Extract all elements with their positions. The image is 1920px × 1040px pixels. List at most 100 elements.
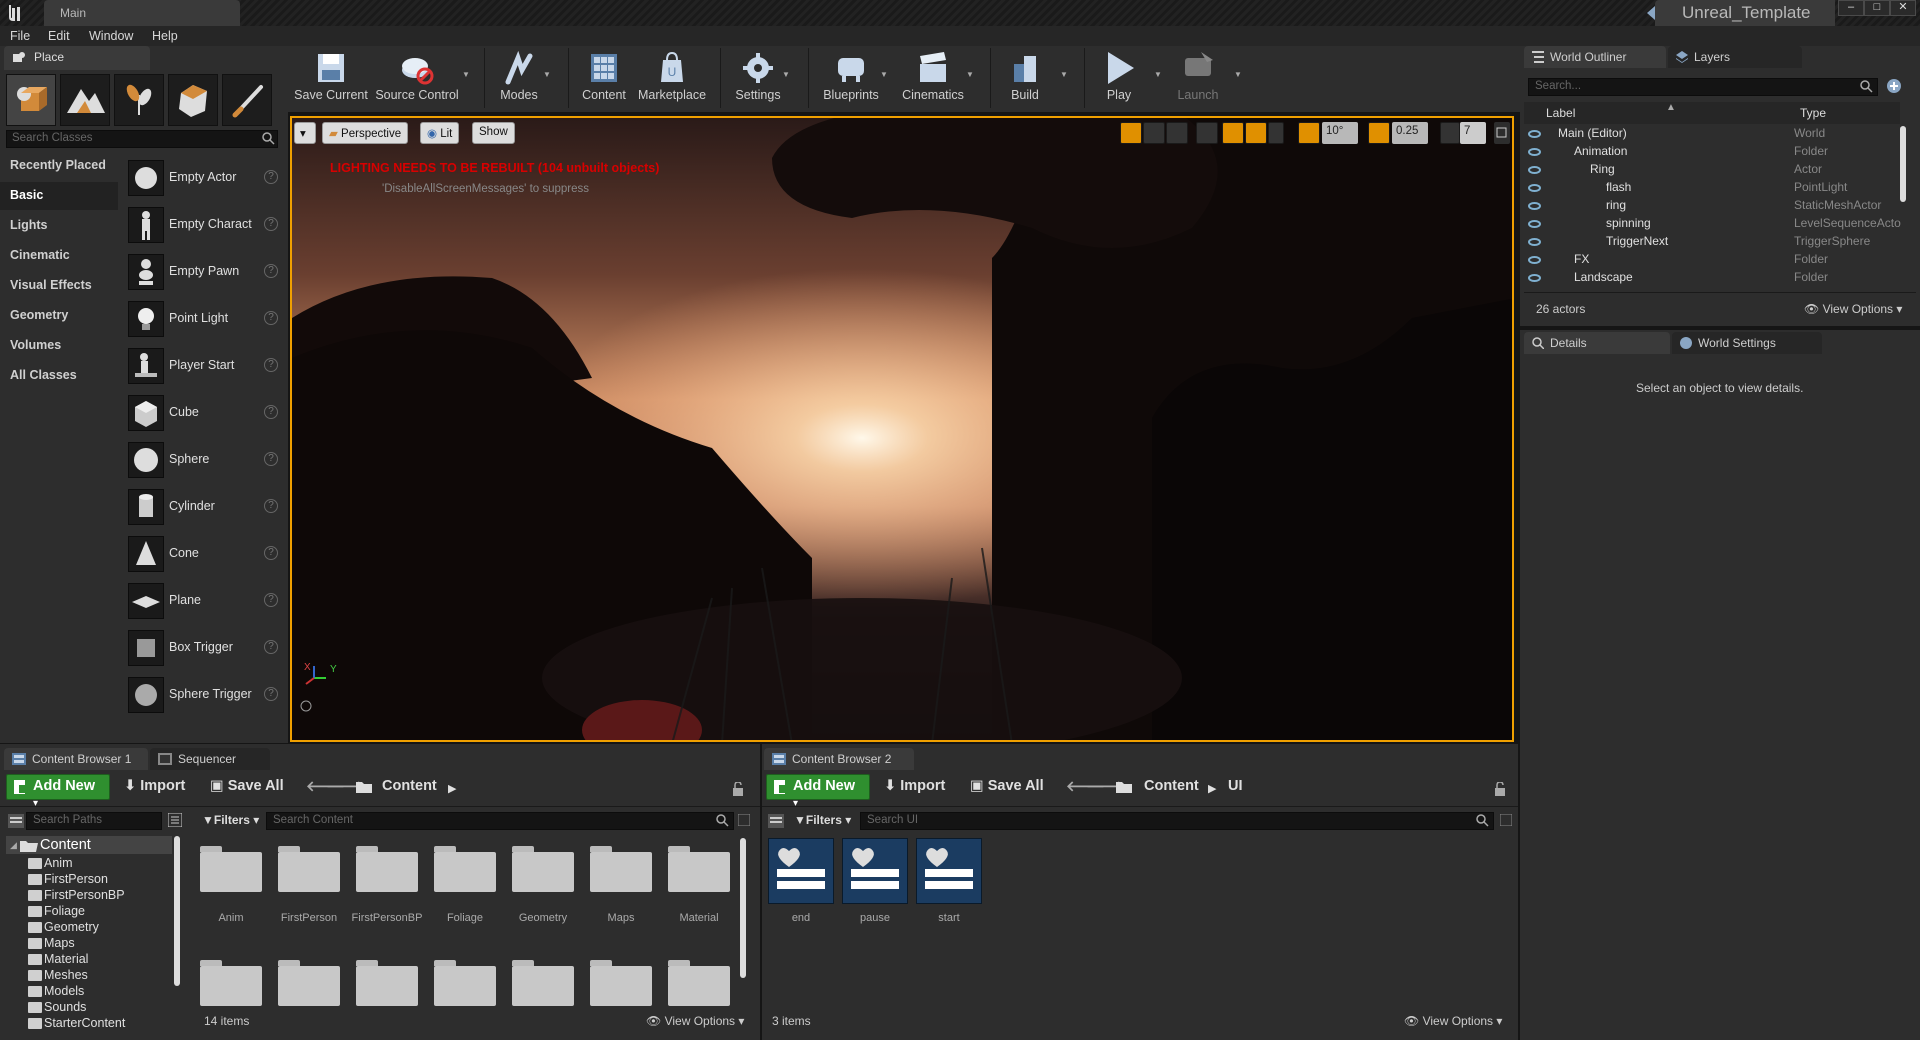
lit-dropdown[interactable]: ◉ Lit	[420, 122, 460, 144]
class-item[interactable]: Empty Actor?	[124, 156, 284, 200]
folder-tile[interactable]	[200, 960, 262, 1006]
help-icon[interactable]: ?	[264, 687, 278, 701]
scale-snap-value[interactable]: 0.25	[1392, 122, 1428, 144]
tab-content-browser-2[interactable]: Content Browser 2	[764, 748, 914, 770]
help-icon[interactable]: ?	[264, 311, 278, 325]
class-item[interactable]: Player Start?	[124, 344, 284, 388]
tab-sequencer[interactable]: Sequencer	[150, 748, 270, 770]
grid-snap-icon[interactable]	[1245, 122, 1267, 144]
category-geometry[interactable]: Geometry	[0, 302, 118, 330]
tab-details[interactable]: Details	[1524, 332, 1670, 354]
category-recently-placed[interactable]: Recently Placed	[0, 152, 118, 180]
asset-tile[interactable]: end	[768, 838, 838, 924]
perspective-dropdown[interactable]: ▰ Perspective	[322, 122, 409, 144]
level-viewport[interactable]	[290, 116, 1514, 742]
view-options-button[interactable]: 👁 View Options ▾	[1404, 1014, 1502, 1028]
folder-tile[interactable]: FirstPerson	[278, 846, 346, 924]
outliner-row[interactable]: flash PointLight	[1524, 180, 1900, 198]
help-icon[interactable]: ?	[264, 640, 278, 654]
filters-button[interactable]: ▼Filters ▾	[794, 813, 851, 827]
source-control-button[interactable]: Source Control	[372, 48, 462, 110]
tab-layers[interactable]: Layers	[1668, 46, 1802, 68]
add-new-button[interactable]: Add New ▾	[6, 774, 110, 809]
view-options-button[interactable]: 👁 View Options ▾	[1804, 302, 1902, 316]
scale-snap-icon[interactable]	[1368, 122, 1390, 144]
tree-item[interactable]: Models	[28, 984, 84, 998]
visibility-eye-icon[interactable]	[1528, 238, 1541, 246]
outliner-row[interactable]: Animation Folder	[1524, 144, 1900, 162]
save-current-button[interactable]: Save Current	[292, 48, 370, 110]
rotation-snap-value[interactable]: 10°	[1322, 122, 1358, 144]
tab-world-outliner[interactable]: World Outliner	[1524, 46, 1666, 68]
mode-foliage-button[interactable]	[114, 74, 164, 126]
minimize-button[interactable]: –	[1838, 0, 1864, 16]
path-chevron-icon[interactable]: ▶	[1208, 782, 1216, 795]
folder-tile[interactable]	[512, 960, 574, 1006]
column-type[interactable]: Type	[1800, 106, 1826, 120]
category-all-classes[interactable]: All Classes	[0, 362, 118, 390]
maximize-button[interactable]: □	[1864, 0, 1890, 16]
viewport-options-dropdown[interactable]: ▾	[294, 122, 316, 144]
menu-help[interactable]: Help	[152, 29, 178, 43]
folder-tile[interactable]: Maps	[590, 846, 658, 924]
category-volumes[interactable]: Volumes	[0, 332, 118, 360]
visibility-eye-icon[interactable]	[1528, 220, 1541, 228]
tree-root-row[interactable]: ◢ Content	[6, 836, 172, 854]
play-button[interactable]: Play	[1094, 48, 1144, 110]
outliner-row[interactable]: ring StaticMeshActor	[1524, 198, 1900, 216]
tab-place[interactable]: Place	[4, 46, 150, 70]
class-item[interactable]: Empty Charact?	[124, 203, 284, 247]
visibility-eye-icon[interactable]	[1528, 274, 1541, 282]
mode-paint-button[interactable]	[60, 74, 110, 126]
help-icon[interactable]: ?	[264, 217, 278, 231]
asset-tile[interactable]: start	[916, 838, 986, 924]
modes-button[interactable]: Modes	[494, 48, 544, 110]
expand-arrow-icon[interactable]: ◢	[10, 840, 17, 851]
class-item[interactable]: Point Light?	[124, 297, 284, 341]
tab-world-settings[interactable]: World Settings	[1672, 332, 1822, 354]
column-label[interactable]: Label	[1546, 106, 1575, 120]
category-visual-effects[interactable]: Visual Effects	[0, 272, 118, 300]
surface-snap-icon[interactable]	[1222, 122, 1244, 144]
folder-tile[interactable]	[590, 960, 652, 1006]
folder-tile[interactable]: Foliage	[434, 846, 502, 924]
menu-window[interactable]: Window	[89, 29, 133, 43]
camera-speed-value[interactable]: 7	[1460, 122, 1486, 144]
menu-file[interactable]: File	[10, 29, 30, 43]
add-new-button[interactable]: Add New ▾	[766, 774, 870, 809]
import-button[interactable]: ⬇ Import	[124, 778, 185, 794]
cinematics-button[interactable]: Cinematics	[898, 48, 968, 110]
visibility-eye-icon[interactable]	[1528, 166, 1541, 174]
visibility-eye-icon[interactable]	[1528, 256, 1541, 264]
save-search-icon[interactable]	[1500, 814, 1512, 826]
help-icon[interactable]: ?	[264, 358, 278, 372]
close-button[interactable]: ✕	[1890, 0, 1916, 16]
tree-item[interactable]: Sounds	[28, 1000, 86, 1014]
category-lights[interactable]: Lights	[0, 212, 118, 240]
folder-tile[interactable]	[278, 960, 340, 1006]
folder-tile[interactable]	[434, 960, 496, 1006]
mode-geometry-button[interactable]	[168, 74, 218, 126]
unreal-logo-icon[interactable]	[4, 2, 26, 24]
build-button[interactable]: Build	[1000, 48, 1050, 110]
tree-item[interactable]: FirstPerson	[28, 872, 108, 886]
folder-tile[interactable]: Anim	[200, 846, 268, 924]
visibility-eye-icon[interactable]	[1528, 184, 1541, 192]
save-search-icon[interactable]	[738, 814, 750, 826]
translate-tool-icon[interactable]	[1120, 122, 1142, 144]
search-paths-input[interactable]: Search Paths	[26, 812, 162, 830]
tree-item[interactable]: StarterContent	[28, 1016, 125, 1030]
outliner-row[interactable]: Main (Editor) World	[1524, 126, 1900, 144]
sources-toggle-icon[interactable]	[768, 814, 784, 828]
search-ui-input[interactable]: Search UI	[860, 812, 1494, 830]
outliner-row[interactable]: FX Folder	[1524, 252, 1900, 270]
tree-item[interactable]: FirstPersonBP	[28, 888, 125, 902]
save-all-button[interactable]: ▣ Save All	[210, 778, 284, 794]
outliner-row[interactable]: Ring Actor	[1524, 162, 1900, 180]
folder-tile[interactable]: FirstPersonBP	[352, 846, 424, 924]
outliner-row[interactable]: TriggerNext TriggerSphere	[1524, 234, 1900, 252]
import-button[interactable]: ⬇ Import	[884, 778, 945, 794]
show-dropdown[interactable]: Show	[472, 122, 515, 144]
folder-tile[interactable]: Material	[668, 846, 736, 924]
folder-tile[interactable]	[356, 960, 418, 1006]
